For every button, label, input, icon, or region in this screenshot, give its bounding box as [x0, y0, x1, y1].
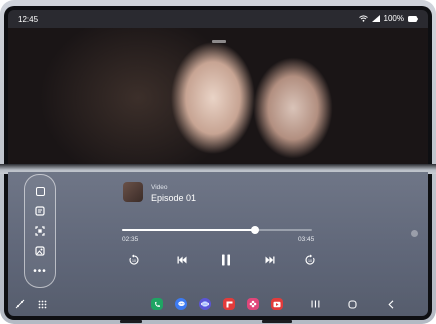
- playback-controls: 10 10: [126, 252, 315, 268]
- home-icon[interactable]: [345, 297, 359, 311]
- drag-handle[interactable]: [212, 40, 226, 43]
- media-thumbnail: [123, 182, 143, 202]
- window-icon[interactable]: [32, 183, 48, 199]
- flex-mode-panel: ••• Video Episode 01 02:35 03:45 10 10: [8, 172, 428, 316]
- seek-bar[interactable]: [122, 226, 312, 234]
- seek-bar-fill: [122, 229, 255, 231]
- total-time: 03:45: [298, 236, 315, 243]
- status-bar: 12:45 100%: [8, 10, 428, 32]
- flex-side-panel: •••: [24, 174, 56, 288]
- more-icon[interactable]: •••: [32, 263, 48, 279]
- seek-bar-knob[interactable]: [251, 226, 259, 234]
- status-time: 12:45: [18, 15, 39, 24]
- video-screen[interactable]: 12:45 100%: [8, 10, 428, 164]
- video-frame[interactable]: [8, 28, 428, 164]
- svg-text:10: 10: [132, 259, 136, 263]
- replay-10-icon[interactable]: 10: [126, 252, 142, 268]
- apps-grid-icon[interactable]: [36, 297, 48, 311]
- flower-app-icon[interactable]: [247, 297, 259, 311]
- elapsed-time: 02:35: [122, 236, 139, 243]
- capture-icon[interactable]: [32, 223, 48, 239]
- wifi-icon: [358, 15, 368, 22]
- forward-10-icon[interactable]: 10: [302, 252, 318, 268]
- status-icons: 100%: [358, 14, 418, 23]
- note-icon[interactable]: [32, 203, 48, 219]
- next-icon[interactable]: [262, 252, 278, 268]
- flipboard-app-icon[interactable]: [223, 297, 235, 311]
- previous-icon[interactable]: [174, 252, 190, 268]
- pause-icon[interactable]: [218, 252, 234, 268]
- video-app-icon[interactable]: [271, 297, 283, 311]
- foldable-device: 12:45 100% ••• Video Episode 01 02:35 03…: [0, 0, 436, 324]
- battery-percent: 100%: [383, 14, 404, 23]
- taskbar: [8, 292, 428, 316]
- battery-icon: [408, 15, 418, 22]
- side-button: [262, 320, 292, 323]
- gallery-icon[interactable]: [32, 243, 48, 259]
- media-title: Episode 01: [151, 193, 197, 203]
- back-icon[interactable]: [384, 297, 398, 311]
- media-type-label: Video: [151, 184, 168, 191]
- side-button: [120, 320, 142, 323]
- recents-icon[interactable]: [308, 297, 322, 311]
- edge-panel-handle[interactable]: [411, 230, 418, 237]
- svg-text:10: 10: [308, 259, 312, 263]
- messages-app-icon[interactable]: [175, 297, 187, 311]
- internet-app-icon[interactable]: [199, 297, 211, 311]
- phone-app-icon[interactable]: [151, 297, 163, 311]
- touchpad-icon[interactable]: [14, 297, 26, 311]
- signal-icon: [371, 15, 380, 22]
